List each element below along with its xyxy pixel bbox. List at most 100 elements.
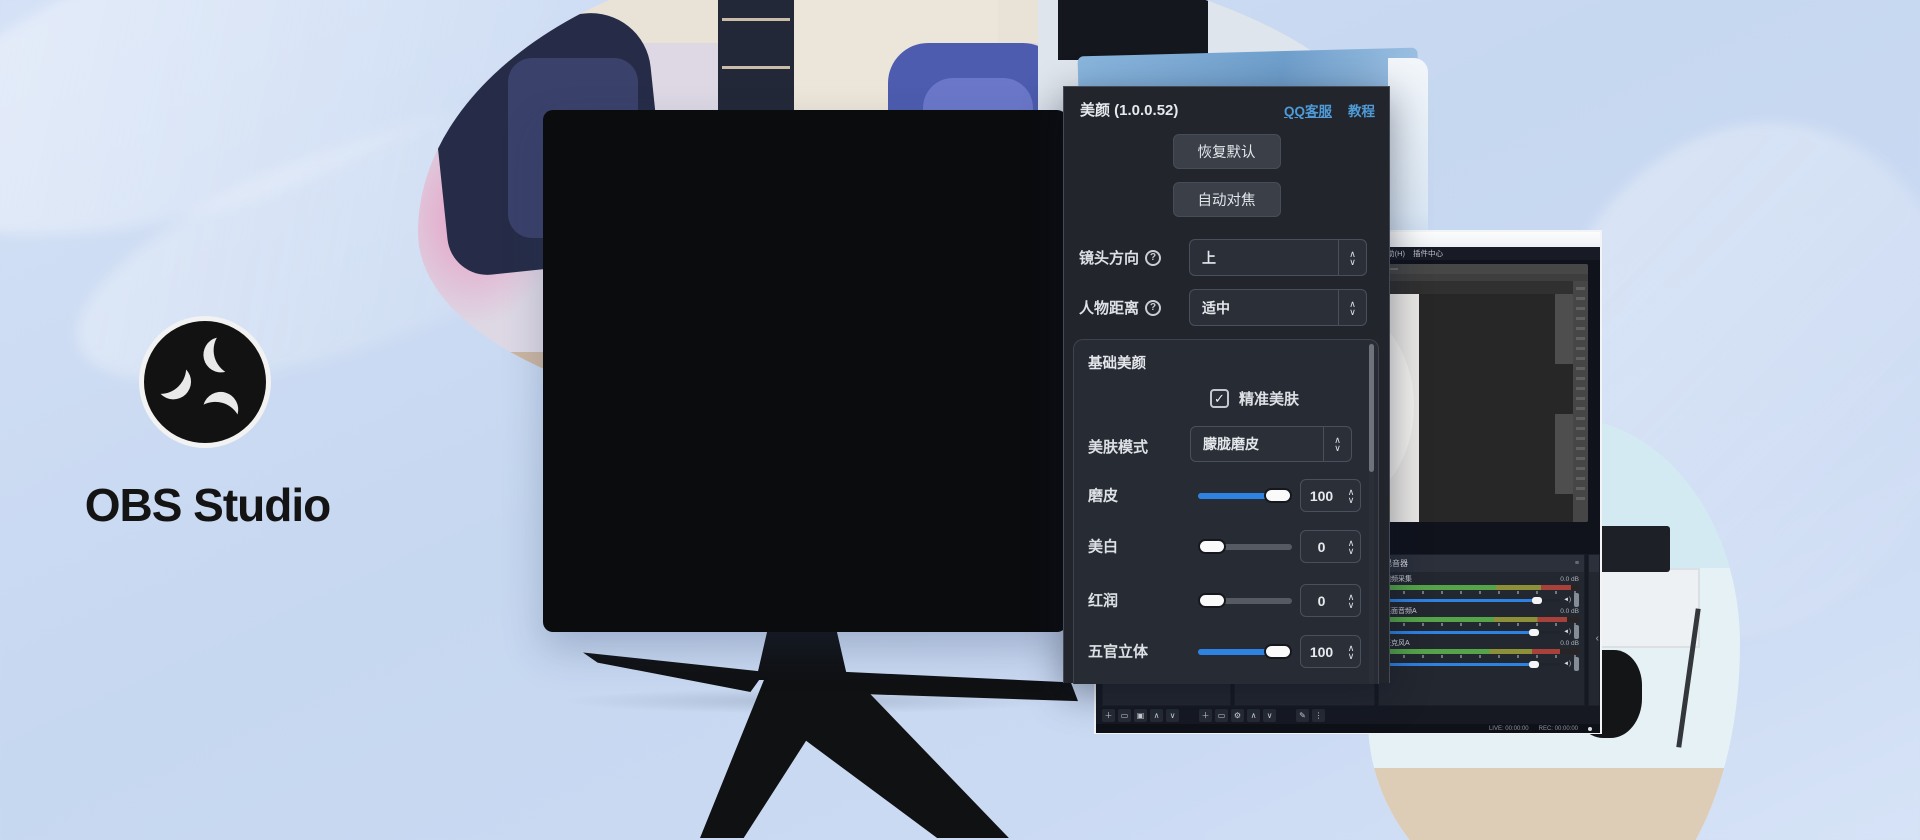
help-icon[interactable]: ? [1145,300,1161,316]
vu-ticks [1384,591,1579,594]
rosy-label: 红润 [1088,590,1118,611]
volume-slider[interactable] [1384,663,1560,666]
ps-canvas [1419,294,1573,522]
whitening-label: 美白 [1088,536,1118,557]
channel-db: 0.0 dB [1560,576,1579,583]
chevron-down-icon[interactable]: ∨ [1348,601,1355,609]
whitening-value: 0 [1301,539,1342,555]
person-distance-select[interactable]: 适中 ∧∨ [1189,289,1367,326]
facial-3d-slider[interactable] [1198,644,1292,659]
speaker-icon[interactable]: ◄) [1563,597,1571,603]
chevron-down-icon[interactable]: ∨ [1348,652,1355,660]
live-time: LIVE: 00:00:00 [1489,726,1529,732]
remove-scene-button[interactable]: ▭ [1118,709,1131,722]
qq-support-link[interactable]: QQ客服 [1284,100,1332,120]
mixer-options-button[interactable]: ⋮ [1312,709,1325,722]
monitor: OBS 29.1.3 - 配置文件: 未命名 - 场景: 未命名 文件(F) 编… [543,110,1067,632]
channel-db: 0.0 dB [1560,640,1579,647]
vu-ticks [1384,623,1579,626]
mixer-filters-button[interactable]: ✎ [1296,709,1309,722]
dock-menu-icon[interactable]: ≡ [1575,560,1579,567]
spinner[interactable]: ∧∨ [1338,290,1366,325]
facial-3d-label: 五官立体 [1088,641,1148,662]
precise-skin-label: 精准美肤 [1239,388,1299,409]
scrollbar-thumb[interactable] [1369,344,1374,472]
whitening-slider-row: 美白 0 ∧∨ [1074,529,1378,563]
rosy-slider[interactable] [1198,593,1292,608]
speaker-icon[interactable]: ◄) [1563,661,1571,667]
chevron-down-icon[interactable]: ∨ [1349,308,1356,316]
brand-title: OBS Studio [35,478,380,532]
spinner[interactable]: ∧∨ [1338,240,1366,275]
scene-down-button[interactable]: ∨ [1166,709,1179,722]
slider-handle[interactable] [1264,644,1292,659]
menu-item-plugin-center[interactable]: 插件中心 [1413,248,1443,259]
spinner[interactable]: ∧∨ [1323,427,1351,461]
smoothing-value: 100 [1301,488,1342,504]
restore-default-button[interactable]: 恢复默认 [1173,134,1281,169]
volume-slider[interactable] [1384,599,1560,602]
smoothing-value-box[interactable]: 100 ∧∨ [1300,479,1361,512]
basic-beauty-section: 基础美颜 ✓ 精准美肤 美肤模式 朦胧磨皮 ∧∨ 磨皮 100 ∧∨ 美白 0 … [1073,339,1379,684]
camera-direction-select[interactable]: 上 ∧∨ [1189,239,1367,276]
duplicate-scene-button[interactable]: ▣ [1134,709,1147,722]
source-down-button[interactable]: ∨ [1263,709,1276,722]
beauty-panel-header: 美颜 (1.0.0.52) QQ客服 教程 [1080,99,1375,120]
obs-logo [133,310,277,454]
add-source-button[interactable]: ＋ [1199,709,1212,722]
skin-mode-value: 朦胧磨皮 [1191,427,1323,461]
chevron-down-icon[interactable]: ∨ [1334,444,1341,452]
studio-floor [1368,768,1740,840]
skin-mode-label: 美肤模式 [1088,436,1148,457]
whitening-slider[interactable] [1198,539,1292,554]
person-distance-label: 人物距离 [1079,297,1139,318]
facial-3d-value: 100 [1301,644,1342,660]
chevron-down-icon[interactable]: ∨ [1348,496,1355,504]
checkbox-checked[interactable]: ✓ [1210,389,1229,408]
mixer-dock-header[interactable]: 混音器 ≡ [1379,555,1584,572]
transitions-dock-header[interactable]: 场景转场 [1589,555,1599,572]
mixer-channel: 麦克风A0.0 dB ◄) [1379,636,1584,668]
source-up-button[interactable]: ∧ [1247,709,1260,722]
monitor-stand-neck [756,628,848,680]
slider-handle[interactable] [1198,539,1226,554]
chevron-down-icon[interactable]: ∨ [1348,547,1355,555]
rosy-value: 0 [1301,593,1342,609]
whitening-value-box[interactable]: 0 ∧∨ [1300,530,1361,563]
slider-handle[interactable] [1264,488,1292,503]
smoothing-slider[interactable] [1198,488,1292,503]
mixer-channel: 视频采集0.0 dB ◄) [1379,572,1584,604]
beauty-filter-panel: 美颜 (1.0.0.52) QQ客服 教程 恢复默认 自动对焦 镜头方向 ? 上… [1063,86,1390,683]
vu-meter [1384,649,1579,654]
tutorial-link[interactable]: 教程 [1348,100,1375,120]
wall-tv [1058,0,1208,60]
auto-focus-button[interactable]: 自动对焦 [1173,182,1281,217]
slider-handle[interactable] [1198,593,1226,608]
precise-skin-checkbox-row[interactable]: ✓ 精准美肤 [1210,388,1299,409]
add-scene-button[interactable]: ＋ [1102,709,1115,722]
desk-monitor [1592,526,1670,572]
scene-up-button[interactable]: ∧ [1150,709,1163,722]
ps-right-panel [1573,281,1588,522]
smoothing-label: 磨皮 [1088,485,1118,506]
shelf-line [722,18,790,21]
volume-slider[interactable] [1384,631,1560,634]
facial-3d-value-box[interactable]: 100 ∧∨ [1300,635,1361,668]
speaker-icon[interactable]: ◄) [1563,629,1571,635]
transitions-dock: 场景转场 ‹ [1588,554,1600,706]
person-distance-value: 适中 [1190,290,1338,325]
vu-meter [1384,617,1579,622]
source-properties-button[interactable]: ⚙ [1231,709,1244,722]
remove-source-button[interactable]: ▭ [1215,709,1228,722]
rosy-slider-row: 红润 0 ∧∨ [1074,583,1378,617]
rosy-value-box[interactable]: 0 ∧∨ [1300,584,1361,617]
channel-db: 0.0 dB [1560,608,1579,615]
smoothing-slider-row: 磨皮 100 ∧∨ [1074,478,1378,512]
camera-direction-label: 镜头方向 [1079,247,1139,268]
chevron-down-icon[interactable]: ∨ [1349,258,1356,266]
help-icon[interactable]: ? [1145,250,1161,266]
collapse-chevron-icon[interactable]: ‹ [1596,633,1599,644]
fader-handle[interactable] [1574,657,1579,671]
rec-time: REC: 00:00:00 [1539,726,1578,732]
skin-mode-select[interactable]: 朦胧磨皮 ∧∨ [1190,426,1352,462]
